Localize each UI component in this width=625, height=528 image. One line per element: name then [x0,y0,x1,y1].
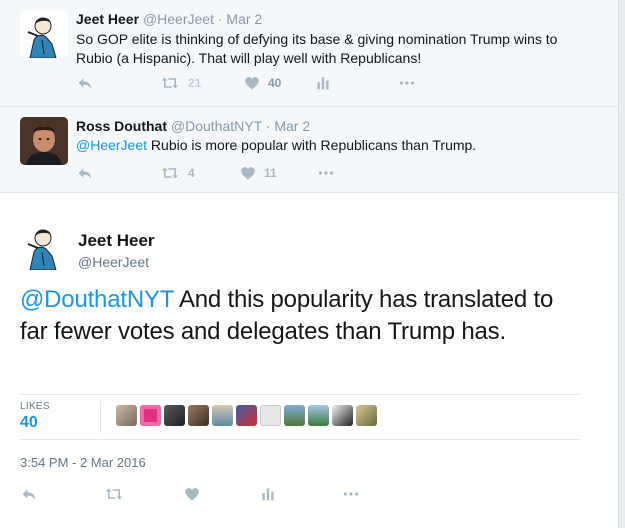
liker-avatar[interactable] [332,405,353,426]
tweet-text: @HeerJeet Rubio is more popular with Rep… [76,136,596,155]
retweet-count: 21 [188,76,202,90]
author-name[interactable]: Ross Douthat [76,118,167,134]
tweet-reply-1[interactable]: Jeet Heer @HeerJeet · Mar 2 So GOP elite… [0,0,618,107]
tweet-body: Rubio is more popular with Republicans t… [147,137,477,153]
liker-avatar[interactable] [236,405,257,426]
liker-avatar[interactable] [212,405,233,426]
tweet-text: So GOP elite is thinking of defying its … [76,31,558,66]
liker-avatar[interactable] [164,405,185,426]
tweet-timestamp[interactable]: 3:54 PM - 2 Mar 2016 [20,455,146,470]
analytics-button[interactable] [261,484,275,504]
liker-avatar[interactable] [308,405,329,426]
likes-label: LIKES [20,401,50,412]
like-button[interactable]: 11 [240,163,277,183]
likes-count[interactable]: 40 [20,414,38,432]
scrollbar[interactable] [618,0,625,528]
retweet-button[interactable]: 4 [160,163,195,183]
author-handle[interactable]: @HeerJeet [78,253,155,271]
analytics-icon [261,486,275,502]
like-icon [184,487,200,502]
retweet-icon [104,486,124,502]
reply-icon [76,165,94,181]
author-name[interactable]: Jeet Heer [78,231,155,251]
analytics-icon [316,75,330,91]
like-button[interactable]: 40 [244,73,281,93]
tweet-text: @DouthatNYT And this popularity has tran… [20,284,580,348]
tweet-header: Jeet Heer @HeerJeet · Mar 2 [76,11,262,27]
reply-icon [20,486,38,502]
likers-facepile [116,405,377,426]
like-count: 11 [264,166,277,180]
tweet-stats: LIKES 40 [20,394,580,440]
reply-button[interactable] [76,163,94,183]
liker-avatar[interactable] [356,405,377,426]
tweet-header: Ross Douthat @DouthatNYT · Mar 2 [76,118,310,134]
reply-button[interactable] [20,484,38,504]
more-icon [398,75,416,91]
like-count: 40 [268,76,282,90]
tweet-actions [20,484,580,504]
author-handle[interactable]: @DouthatNYT [171,118,262,134]
tweet-date[interactable]: · Mar 2 [218,11,262,27]
retweet-icon [160,165,180,181]
more-icon [317,165,335,181]
author-handle[interactable]: @HeerJeet [143,11,214,27]
avatar[interactable] [20,222,68,270]
like-icon [244,76,260,91]
avatar[interactable] [20,10,68,58]
mention-link[interactable]: @HeerJeet [76,137,147,153]
like-button[interactable] [184,484,200,504]
tweet-reply-2[interactable]: Ross Douthat @DouthatNYT · Mar 2 @HeerJe… [0,107,618,193]
more-button[interactable] [317,163,335,183]
liker-avatar[interactable] [188,405,209,426]
avatar[interactable] [20,117,68,165]
like-icon [240,166,256,181]
mention-link[interactable]: @DouthatNYT [20,286,174,313]
analytics-button[interactable] [316,73,330,93]
divider [100,401,101,433]
liker-avatar[interactable] [284,405,305,426]
reply-button[interactable] [76,73,94,93]
tweet-date[interactable]: · Mar 2 [266,118,310,134]
retweet-count: 4 [188,166,195,180]
reply-icon [76,75,94,91]
liker-avatar[interactable] [116,405,137,426]
more-button[interactable] [342,484,360,504]
liker-avatar[interactable] [260,405,281,426]
more-button[interactable] [398,73,416,93]
retweet-icon [160,75,180,91]
retweet-button[interactable] [104,484,124,504]
tweet-header: Jeet Heer @HeerJeet [78,231,155,271]
liker-avatar[interactable] [140,405,161,426]
more-icon [342,486,360,502]
retweet-button[interactable]: 21 [160,73,201,93]
author-name[interactable]: Jeet Heer [76,11,139,27]
